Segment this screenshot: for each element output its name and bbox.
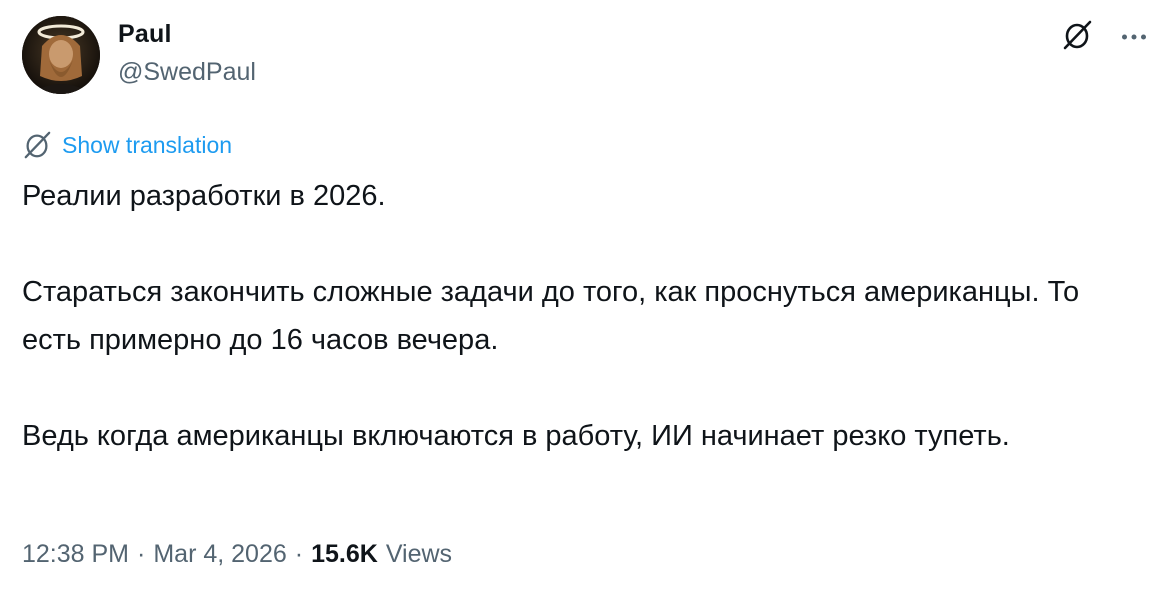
meta-separator: ·: [294, 540, 304, 568]
show-translation-label: Show translation: [62, 131, 233, 158]
tweet-paragraph: Реалии разработки в 2026.: [22, 180, 386, 212]
tweet-date[interactable]: Mar 4, 2026: [153, 540, 286, 569]
more-button[interactable]: [1114, 18, 1154, 56]
grok-icon: [22, 130, 52, 160]
views-label: Views: [385, 540, 453, 568]
tweet-meta: 12:38 PM · Mar 4, 2026 · 15.6K Views: [22, 540, 452, 569]
tweet-paragraph: Стараться закончить сложные задачи до то…: [22, 276, 1080, 356]
more-icon: [1121, 28, 1147, 46]
display-name[interactable]: Paul: [118, 20, 172, 49]
tweet-paragraph: Ведь когда американцы включаются в работ…: [22, 420, 1010, 452]
tweet-text: Реалии разработки в 2026. Стараться зако…: [22, 172, 1142, 460]
tweet-time[interactable]: 12:38 PM: [22, 540, 129, 569]
views-count[interactable]: 15.6K: [311, 540, 378, 569]
handle[interactable]: @SwedPaul: [118, 58, 256, 87]
show-translation-link[interactable]: Show translation: [22, 130, 232, 160]
avatar[interactable]: [22, 16, 100, 94]
meta-separator: ·: [137, 540, 146, 568]
grok-button[interactable]: [1058, 18, 1096, 56]
grok-icon: [1061, 19, 1093, 56]
tweet: Paul @SwedPaul Show translation Реалии р…: [0, 0, 1174, 600]
